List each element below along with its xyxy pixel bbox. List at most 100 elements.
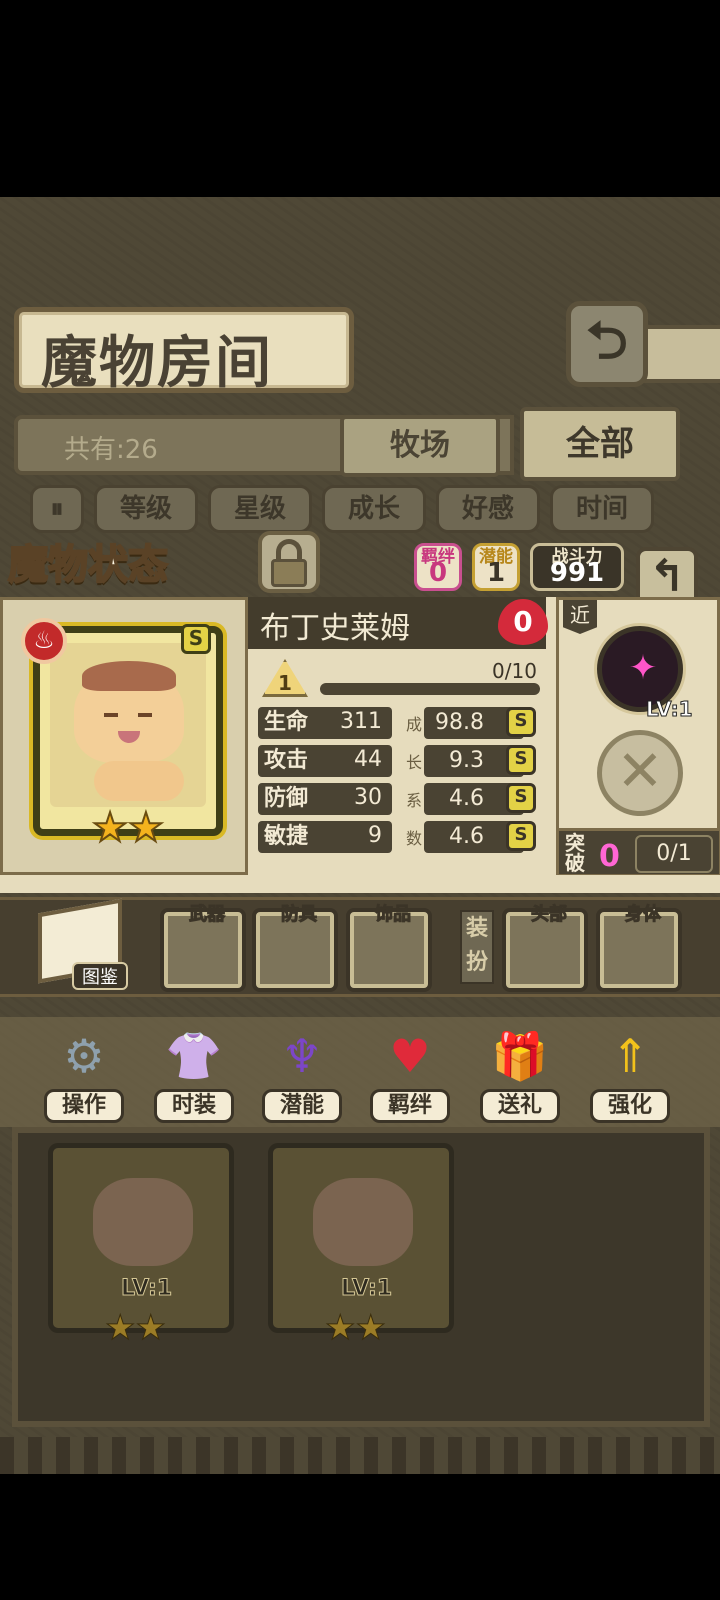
list-item-stars: ★★ [325,1308,387,1349]
back-bar [640,325,720,383]
potential-button[interactable]: ♆ 潜能 [256,1017,348,1127]
body-slot[interactable]: 身体 [600,904,678,988]
action-row: ⚙ 操作 👚 时装 ♆ 潜能 ♥ 羁绊 🎁 送礼 ⇑ 强化 [0,1017,720,1127]
empty-skill-slot-icon[interactable]: ✕ [597,730,683,816]
action-label: 送礼 [480,1089,560,1123]
exp-text: 0/10 [492,659,537,683]
growth-label-char: 成 [406,715,423,734]
hearts-icon: ♥ [389,1029,431,1083]
gift-icon: 🎁 [491,1029,549,1083]
slot-label: 防具 [281,904,318,926]
action-label: 潜能 [262,1089,342,1123]
star-rating: ★★ [91,805,165,851]
monster-name: 布丁史莱姆 [260,611,410,646]
sort-time-button[interactable]: 时间 [550,485,654,533]
breakthrough-progress: 0/1 [635,835,713,873]
exp-bar [320,683,540,695]
costume-button[interactable]: 👚 时装 [148,1017,240,1127]
list-item-level: LV:1 [120,1276,173,1302]
tab-all[interactable]: 全部 [520,407,680,481]
sort-affection-button[interactable]: 好感 [436,485,540,533]
list-item[interactable]: LV:1 ★★ [48,1143,234,1349]
bottom-border [0,1437,720,1474]
action-label: 强化 [590,1089,670,1123]
enhance-button[interactable]: ⇑ 强化 [584,1017,676,1127]
skill-icon[interactable]: ✦ LV:1 [597,626,693,722]
breakthrough-label: 突破 [565,831,585,875]
growth-label-char: 长 [406,753,423,772]
stat-row-hp: 生命 311 成 98.8 S [258,707,536,739]
up-arrows-icon: ⇑ [610,1029,650,1083]
back-arrow-icon[interactable]: ⮌ [566,301,648,387]
stat-row-defense: 防御 30 系 4.6 S [258,783,536,815]
growth-grade: S [506,783,536,813]
head-slot[interactable]: 头部 [506,904,584,988]
range-badge: 近 [563,600,597,634]
sort-level-button[interactable]: 等级 [94,485,198,533]
pause-icon[interactable]: ⏸ [30,485,84,533]
book-icon[interactable]: 图鉴 [28,898,128,992]
power-box: 战斗力 991 [530,543,624,591]
skill-panel: 近 ✦ LV:1 ✕ 突破 0 0/1 [556,597,720,875]
power-value: 991 [549,558,605,588]
status-title: 魔物状态 [7,540,169,589]
portrait-panel: ♨ S ★★ [0,597,248,875]
stat-value: 311 [340,709,382,734]
name-bar: 布丁史莱姆 0 [248,597,548,649]
list-item[interactable]: LV:1 ★★ [268,1143,454,1349]
potential-value: 1 [486,558,506,588]
skill-level: LV:1 [645,697,693,722]
growth-grade: S [506,707,536,737]
accessory-slot[interactable]: 饰品 [350,904,428,988]
growth-label-char: 系 [406,791,423,810]
slot-label: 饰品 [375,904,412,926]
stat-value: 9 [368,823,382,848]
bond-box: 羁绊 0 [414,543,462,591]
weapon-slot[interactable]: 武器 [164,904,242,988]
action-label: 羁绊 [370,1089,450,1123]
action-label: 时装 [154,1089,234,1123]
stat-value: 44 [354,747,382,772]
pudding-slime-thumbnail [93,1178,193,1266]
fire-icon: ♨ [21,618,67,664]
sort-row: ⏸ 等级 星级 成长 好感 时间 [30,485,654,535]
pudding-slime-portrait [74,661,184,763]
equipment-row: 图鉴 武器 防具 饰品 装扮 头部 身体 [0,897,720,997]
level-badge: 1 [262,659,308,697]
gift-button[interactable]: 🎁 送礼 [474,1017,566,1127]
rank-badge: S [181,624,211,654]
room-title-banner: 魔物房间 [14,307,354,396]
monster-status-panel: ♨ S ★★ 布丁史莱姆 0 1 0/10 生命 311 成 98.8 S 攻击… [0,597,720,893]
stat-row-attack: 攻击 44 长 9.3 S [258,745,536,777]
gear-icon: ⚙ [63,1029,105,1083]
breakthrough-row: 突破 0 0/1 [559,828,719,874]
sort-growth-button[interactable]: 成长 [322,485,426,533]
list-item-stars: ★★ [105,1308,167,1349]
stats-panel: 布丁史莱姆 0 1 0/10 生命 311 成 98.8 S 攻击 44 长 9… [248,597,548,875]
monster-list: LV:1 ★★ LV:1 ★★ [12,1127,710,1427]
tab-farm[interactable]: 牧场 [340,415,500,477]
book-label: 图鉴 [72,962,128,990]
dress-label: 装扮 [460,910,494,984]
growth-grade: S [506,745,536,775]
slot-label: 身体 [625,904,662,926]
list-item-level: LV:1 [340,1276,393,1302]
sort-star-button[interactable]: 星级 [208,485,312,533]
slime-body [94,761,184,801]
operate-button[interactable]: ⚙ 操作 [38,1017,130,1127]
stat-row-agility: 敏捷 9 数 4.6 S [258,821,536,853]
pudding-slime-thumbnail [313,1178,413,1266]
portrait-background [50,643,206,807]
armor-slot[interactable]: 防具 [256,904,334,988]
bond-button[interactable]: ♥ 羁绊 [364,1017,456,1127]
demon-icon: ♆ [281,1029,323,1083]
slot-label: 武器 [189,904,226,926]
growth-grade: S [506,821,536,851]
slot-label: 头部 [531,904,568,926]
sparkle-icon: ✦ [628,648,658,688]
room-title: 魔物房间 [41,330,273,396]
padlock-icon[interactable] [258,531,320,593]
affection-heart[interactable]: 0 [498,599,548,645]
action-label: 操作 [44,1089,124,1123]
level-row: 1 0/10 [262,659,540,699]
